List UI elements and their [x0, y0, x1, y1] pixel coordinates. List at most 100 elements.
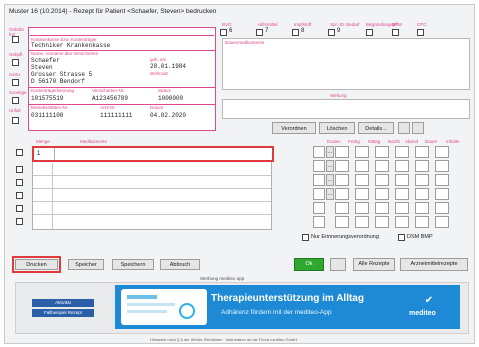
med-qty-value[interactable]: 1	[37, 151, 40, 157]
table-row[interactable]	[33, 163, 271, 176]
dosage-cell[interactable]	[395, 146, 409, 158]
hilfsmittel-checkbox[interactable]	[256, 29, 263, 36]
speichern-button[interactable]: Speichern	[112, 259, 154, 270]
green-ok-button[interactable]: Ok	[294, 258, 324, 271]
dosage-cell[interactable]	[335, 146, 349, 158]
med-row-checkbox[interactable]	[16, 192, 23, 199]
patient-dob: 28.01.1984	[150, 63, 187, 70]
dosage-cell[interactable]	[355, 174, 369, 186]
dosage-cell[interactable]	[375, 160, 389, 172]
dosage-cell[interactable]	[335, 216, 349, 228]
dsm-checkbox[interactable]	[398, 234, 405, 241]
dosage-cell[interactable]	[375, 202, 389, 214]
dosage-select-cell[interactable]	[313, 188, 325, 200]
dosage-cell[interactable]	[355, 202, 369, 214]
gebpfl-checkbox[interactable]	[12, 59, 19, 66]
ad-subline: Adhärenz fördern mit der mediteo-App	[221, 309, 332, 316]
dosage-cell[interactable]	[415, 146, 429, 158]
side-label-noctu: noctu	[9, 72, 21, 77]
nav-up-button[interactable]	[398, 122, 410, 134]
dosage-select-cell[interactable]	[313, 202, 325, 214]
med-row-checkbox[interactable]	[16, 179, 23, 186]
ad-button-fallbeispiel[interactable]: Fallbeispiel Rezept	[32, 309, 94, 317]
ad-button-aktivitaet[interactable]: Aktivität	[32, 299, 94, 307]
dosage-cell[interactable]	[375, 146, 389, 158]
dosage-cell[interactable]	[335, 160, 349, 172]
table-row[interactable]	[33, 189, 271, 202]
dosage-cell[interactable]	[335, 188, 349, 200]
dosage-add-button[interactable]: ...	[326, 188, 334, 200]
dauermedikamente-panel[interactable]: Dauermedikamente	[222, 38, 470, 90]
mockup-bar	[127, 303, 175, 306]
drucken-button[interactable]: Drucken	[15, 259, 58, 270]
alle-rezepte-button[interactable]: Alle Rezepte	[353, 258, 395, 271]
sprst-checkbox[interactable]	[328, 29, 335, 36]
dosage-cell[interactable]	[415, 160, 429, 172]
dosage-cell[interactable]	[395, 160, 409, 172]
dosage-cell[interactable]	[375, 174, 389, 186]
dosage-select-cell[interactable]	[313, 160, 325, 172]
dosage-cell[interactable]	[335, 174, 349, 186]
table-row[interactable]	[33, 202, 271, 215]
speicher-button[interactable]: Speicher	[68, 259, 104, 270]
dosage-cell[interactable]	[395, 188, 409, 200]
dosage-cell[interactable]	[435, 174, 449, 186]
erinnerung-checkbox[interactable]	[302, 234, 309, 241]
dosage-cell[interactable]	[395, 216, 409, 228]
abbruch-button[interactable]: Abbruch	[160, 259, 200, 270]
nav-down-button[interactable]	[412, 122, 424, 134]
med-row-checkbox[interactable]	[16, 205, 23, 212]
dosage-cell[interactable]	[415, 174, 429, 186]
dosage-cell[interactable]	[355, 188, 369, 200]
dosage-add-button[interactable]: ...	[326, 174, 334, 186]
loeschen-button[interactable]: Löschen	[319, 122, 355, 134]
med-row-checkbox[interactable]	[16, 166, 23, 173]
impfstoff-checkbox[interactable]	[292, 29, 299, 36]
dosage-cell[interactable]	[435, 188, 449, 200]
table-row[interactable]	[33, 215, 271, 228]
small-button[interactable]	[330, 258, 346, 271]
dosage-cell[interactable]	[355, 160, 369, 172]
dosage-cell[interactable]	[415, 216, 429, 228]
dosage-cell[interactable]	[395, 174, 409, 186]
dosage-cell[interactable]	[355, 146, 369, 158]
otc-checkbox[interactable]	[417, 29, 424, 36]
table-row-selected[interactable]: 1	[32, 146, 274, 162]
dosage-cell[interactable]	[355, 216, 369, 228]
dosage-select-cell[interactable]	[313, 146, 325, 158]
dosage-cell[interactable]	[375, 216, 389, 228]
bpm-checkbox[interactable]	[392, 29, 399, 36]
dosage-cell[interactable]	[415, 202, 429, 214]
table-row[interactable]	[33, 176, 271, 189]
mockup-bar	[127, 295, 157, 299]
dosage-select-cell[interactable]	[313, 216, 325, 228]
dosage-cell[interactable]	[415, 188, 429, 200]
gebuehr-checkbox[interactable]	[12, 36, 19, 43]
med-row-checkbox[interactable]	[16, 218, 23, 225]
wirkung-panel[interactable]	[222, 99, 470, 119]
dosage-cell[interactable]	[375, 188, 389, 200]
insured-no-label: Versicherten-Nr.	[92, 88, 125, 93]
unfall-checkbox[interactable]	[12, 117, 19, 124]
verordnen-button[interactable]: Verordnen	[272, 122, 316, 134]
dosage-cell[interactable]	[435, 146, 449, 158]
dosage-cell[interactable]	[435, 202, 449, 214]
noctu-checkbox[interactable]	[12, 79, 19, 86]
dosage-add-button[interactable]: ...	[326, 160, 334, 172]
dosage-add-button[interactable]: ...	[326, 146, 334, 158]
details-button[interactable]: Details...	[358, 122, 394, 134]
begr-checkbox[interactable]	[366, 29, 373, 36]
dosage-cell[interactable]	[435, 160, 449, 172]
sonstige-checkbox[interactable]	[12, 97, 19, 104]
status-code-value: 1000000	[158, 95, 184, 102]
med-row-checkbox[interactable]	[16, 149, 23, 156]
bvg-number: 6	[229, 28, 233, 34]
dosage-cell[interactable]	[335, 202, 349, 214]
bvg-checkbox[interactable]	[220, 29, 227, 36]
ad-banner[interactable]: Therapieunterstützung im Alltag Adhärenz…	[115, 285, 460, 329]
bsnr-label: Betriebsstätten-Nr.	[31, 105, 69, 110]
dosage-cell[interactable]	[395, 202, 409, 214]
dosage-select-cell[interactable]	[313, 174, 325, 186]
arzneimittelrezepte-button[interactable]: Arzneimittelrezepte	[400, 258, 468, 271]
dosage-cell[interactable]	[435, 216, 449, 228]
